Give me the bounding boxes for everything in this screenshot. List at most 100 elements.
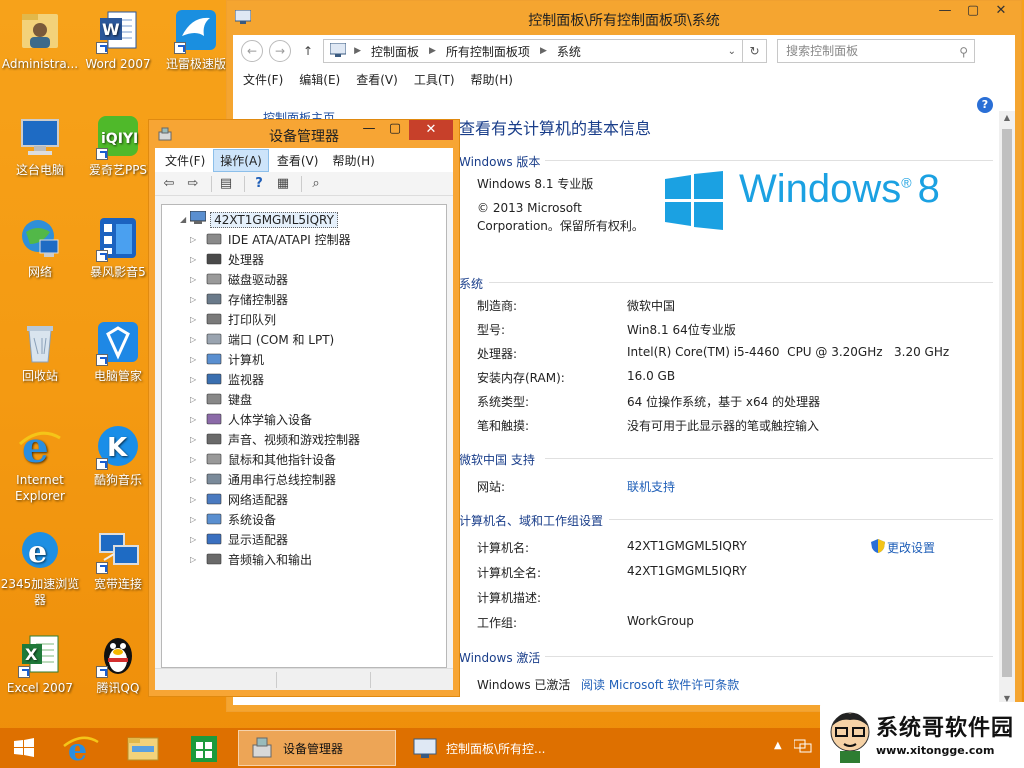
up-arrow-icon[interactable]: ↑ [303,44,313,58]
expand-icon[interactable]: ▷ [190,555,200,564]
online-support-link[interactable]: 联机支持 [627,478,675,495]
device-category-item[interactable]: ▷ 网络适配器 [190,489,288,509]
help-book-icon[interactable]: ? [249,175,269,193]
expand-icon[interactable]: ▷ [190,435,200,444]
back-button[interactable]: ← [241,40,263,62]
expand-icon[interactable]: ▷ [190,275,200,284]
expand-icon[interactable]: ▷ [190,335,200,344]
desktop-icon-administrator[interactable]: Administra... [0,6,80,72]
scroll-up-icon[interactable]: ▲ [999,113,1015,122]
desktop-icon-this-pc[interactable]: 这台电脑 [0,112,80,178]
device-category-item[interactable]: ▷ 系统设备 [190,509,276,529]
expand-icon[interactable]: ▷ [190,455,200,464]
device-category-item[interactable]: ▷ 音频输入和输出 [190,549,312,569]
device-category-item[interactable]: ▷ 计算机 [190,349,264,369]
menu-tools[interactable]: 工具(T) [414,71,455,88]
expand-icon[interactable]: ▷ [190,315,200,324]
device-category-item[interactable]: ▷ IDE ATA/ATAPI 控制器 [190,229,351,249]
menu-view[interactable]: 查看(V) [271,150,325,171]
desktop-icon-internet-explorer[interactable]: e Internet Explorer [0,422,80,504]
expand-icon[interactable]: ▷ [190,355,200,364]
minimize-button[interactable]: — [931,1,959,23]
device-category-item[interactable]: ▷ 通用串行总线控制器 [190,469,336,489]
menu-view[interactable]: 查看(V) [356,71,398,88]
menu-file[interactable]: 文件(F) [159,150,211,171]
expand-icon[interactable]: ▷ [190,295,200,304]
desktop-icon-pc-manager[interactable]: 电脑管家 [78,318,158,384]
expand-icon[interactable]: ▷ [190,515,200,524]
desktop-icon-excel[interactable]: X Excel 2007 [0,630,80,696]
breadcrumb-control-panel[interactable]: 控制面板 [371,43,419,60]
forward-arrow-icon[interactable]: ⇨ [183,175,203,193]
expand-icon[interactable]: ▷ [190,535,200,544]
collapse-icon[interactable]: ◢ [180,215,186,224]
desktop-icon-2345-browser[interactable]: e 2345加速浏览器 [0,526,80,608]
expand-icon[interactable]: ▷ [190,415,200,424]
desktop-icon-network[interactable]: 网络 [0,214,80,280]
address-bar[interactable]: ▶ 控制面板 ▶ 所有控制面板项 ▶ 系统 ⌄ [323,39,744,63]
scroll-thumb[interactable] [1002,129,1012,677]
close-button[interactable]: ✕ [409,120,453,140]
tree-root-computer[interactable]: ◢ 42XT1GMGML5IQRY [180,210,338,228]
expand-icon[interactable]: ▷ [190,495,200,504]
tray-expand-icon[interactable]: ▲ [774,740,782,751]
device-category-item[interactable]: ▷ 监视器 [190,369,264,389]
task-device-manager[interactable]: 设备管理器 [238,730,396,766]
desktop-icon-qq[interactable]: 腾讯QQ [78,630,158,696]
chevron-down-icon[interactable]: ⌄ [728,46,736,57]
back-arrow-icon[interactable]: ⇦ [159,175,179,193]
view-details-icon[interactable]: ▦ [273,175,293,193]
device-category-item[interactable]: ▷ 鼠标和其他指针设备 [190,449,336,469]
expand-icon[interactable]: ▷ [190,255,200,264]
device-category-item[interactable]: ▷ 人体学输入设备 [190,409,312,429]
taskbar-file-explorer[interactable] [118,730,168,766]
close-button[interactable]: ✕ [987,1,1015,23]
desktop-icon-broadband[interactable]: 宽带连接 [78,526,158,592]
menu-help[interactable]: 帮助(H) [471,71,513,88]
device-category-item[interactable]: ▷ 磁盘驱动器 [190,269,288,289]
taskbar-store[interactable] [180,730,230,766]
network-tray-icon[interactable] [793,738,812,757]
device-category-item[interactable]: ▷ 端口 (COM 和 LPT) [190,329,334,349]
scan-hardware-icon[interactable]: ⌕ [306,175,326,193]
minimize-button[interactable]: — [357,120,381,140]
device-category-item[interactable]: ▷ 存储控制器 [190,289,288,309]
task-control-panel[interactable]: 控制面板\所有控... [402,730,558,766]
device-category-item[interactable]: ▷ 处理器 [190,249,264,269]
device-category-item[interactable]: ▷ 键盘 [190,389,252,409]
refresh-button[interactable]: ↻ [743,39,768,63]
help-icon[interactable]: ? [977,97,993,113]
desktop-icon-kugou[interactable]: K 酷狗音乐 [78,422,158,488]
menu-action[interactable]: 操作(A) [213,148,269,172]
desktop-icon-recycle-bin[interactable]: 回收站 [0,318,80,384]
expand-icon[interactable]: ▷ [190,375,200,384]
device-category-item[interactable]: ▷ 声音、视频和游戏控制器 [190,429,360,449]
vertical-scrollbar[interactable]: ▲ ▼ [999,111,1015,705]
taskbar-ie[interactable]: e [56,730,106,768]
forward-button[interactable]: → [269,40,291,62]
change-settings-link[interactable]: 更改设置 [871,539,935,556]
device-manager-window[interactable]: 设备管理器 — ▢ ✕ 文件(F) 操作(A) 查看(V) 帮助(H) ⇦ ⇨ … [148,119,460,697]
device-category-item[interactable]: ▷ 显示适配器 [190,529,288,549]
menu-edit[interactable]: 编辑(E) [299,71,340,88]
expand-icon[interactable]: ▷ [190,395,200,404]
license-terms-link[interactable]: 阅读 Microsoft 软件许可条款 [581,676,739,693]
expand-icon[interactable]: ▷ [190,235,200,244]
desktop-icon-baofeng[interactable]: 暴风影音5 [78,214,158,280]
expand-icon[interactable]: ▷ [190,475,200,484]
maximize-button[interactable]: ▢ [383,120,407,140]
desktop-icon-xunlei[interactable]: 迅雷极速版 [156,6,236,72]
desktop-icon-word[interactable]: W Word 2007 [78,6,158,72]
breadcrumb-system[interactable]: 系统 [557,43,581,60]
device-manager-titlebar[interactable]: 设备管理器 — ▢ ✕ [149,120,459,148]
menu-file[interactable]: 文件(F) [243,71,283,88]
breadcrumb-all-items[interactable]: 所有控制面板项 [446,43,530,60]
start-button[interactable] [0,730,50,766]
search-input[interactable]: 搜索控制面板 ⚲ [777,39,976,63]
desktop-icon-iqiyi[interactable]: iQIYI 爱奇艺PPS [78,112,158,178]
control-panel-titlebar[interactable]: 控制面板\所有控制面板项\系统 — ▢ ✕ [227,1,1021,35]
properties-icon[interactable]: ▤ [216,175,236,193]
device-category-item[interactable]: ▷ 打印队列 [190,309,276,329]
device-tree[interactable]: ◢ 42XT1GMGML5IQRY ▷ IDE ATA/ATAPI 控制器 ▷ 处理器… [161,204,447,668]
menu-help[interactable]: 帮助(H) [326,150,380,171]
